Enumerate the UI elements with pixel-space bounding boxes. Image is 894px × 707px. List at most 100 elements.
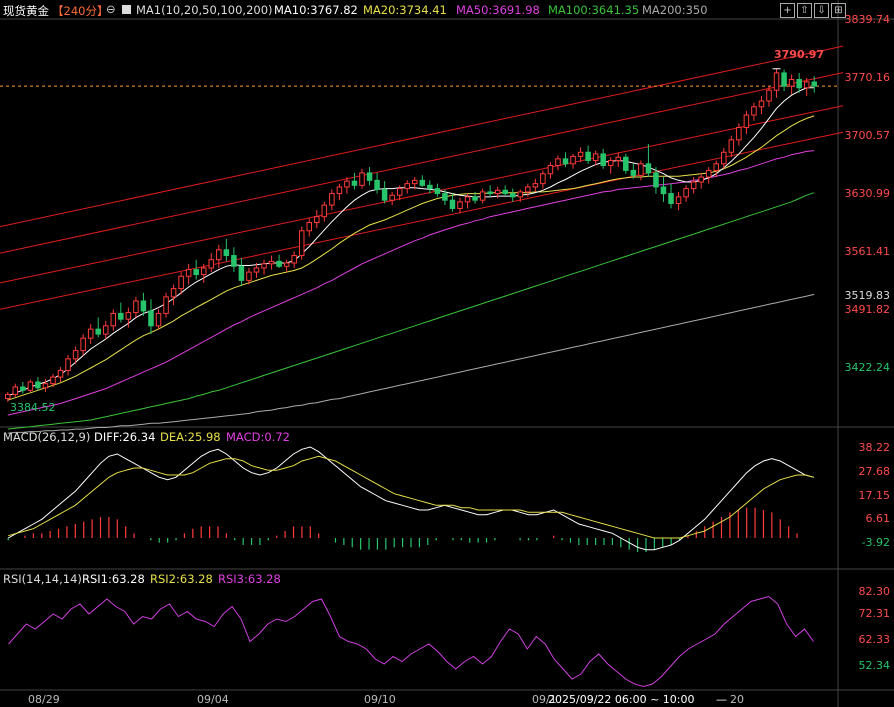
candle-body: [675, 196, 682, 204]
candle-body: [12, 386, 19, 395]
candle-body: [540, 173, 546, 185]
macd-tick: -3.92: [861, 536, 890, 549]
macd-params-label[interactable]: MACD(26,12,9): [3, 430, 90, 444]
candle-body: [359, 172, 365, 186]
candle-body: [155, 312, 162, 327]
candle-body: [329, 193, 335, 206]
candle-body: [291, 255, 297, 264]
date-tick: 08/29: [28, 693, 60, 706]
candle-body: [306, 222, 313, 232]
candle-body: [389, 194, 395, 201]
candle-body: [253, 267, 260, 273]
rsi-tick: 62.33: [858, 633, 891, 646]
rsi3-value: RSI3:63.28: [218, 572, 281, 586]
period-label[interactable]: 【240分】: [52, 3, 108, 19]
macd-tick: 6.61: [865, 512, 891, 525]
candle-body: [95, 328, 101, 335]
ma100-value: MA100:3641.35: [548, 3, 640, 17]
candle-body: [547, 164, 554, 175]
candle-body: [283, 262, 290, 267]
candle-body: [758, 100, 765, 108]
price-tick: 3561.41: [844, 245, 891, 258]
candle-body: [592, 153, 599, 162]
candle-body: [351, 180, 358, 186]
ma-params-label[interactable]: MA1(10,20,50,100,200): [136, 3, 273, 17]
price-tick: 3422.24: [844, 361, 891, 374]
rsi-tick: 52.34: [858, 659, 891, 672]
candle-body: [570, 155, 576, 165]
candle-body: [721, 151, 727, 165]
candle-body: [268, 260, 275, 265]
candle-body: [796, 79, 802, 89]
scroll-up-button[interactable]: ⇧: [797, 3, 812, 18]
rsi1-value: RSI1:63.28: [82, 572, 145, 586]
candle-body: [736, 126, 742, 141]
candle-body: [223, 249, 230, 257]
candle-body: [72, 350, 79, 360]
candle-body: [766, 89, 772, 102]
candle-body: [645, 163, 652, 174]
rsi-params-label[interactable]: RSI(14,14,14): [3, 572, 82, 586]
candle-body: [457, 201, 463, 209]
candle-body: [140, 300, 147, 312]
ma10-value: MA10:3767.82: [274, 3, 358, 17]
candle-body: [170, 288, 177, 298]
candle-body: [57, 369, 64, 378]
candle-body: [276, 260, 282, 267]
candle-body: [472, 196, 478, 201]
candle-body: [517, 191, 524, 198]
trend-line: [0, 131, 844, 310]
ma20-value: MA20:3734.41: [363, 3, 447, 17]
candle-body: [412, 179, 418, 185]
candle-body: [434, 188, 441, 195]
price-tick: 3630.99: [844, 187, 891, 200]
ma20-line: [7, 115, 815, 401]
crosshair-button[interactable]: +: [780, 3, 795, 18]
candle-body: [705, 169, 712, 178]
candle-body: [442, 193, 448, 201]
candle-body: [660, 186, 667, 195]
candle-body: [5, 393, 11, 400]
candle-body: [728, 139, 735, 153]
candle-body: [178, 275, 184, 290]
candle-body: [231, 255, 237, 267]
date-tick: 20: [730, 693, 744, 706]
candle-body: [683, 188, 689, 198]
macd-dea-value: DEA:25.98: [160, 430, 221, 444]
candle-body: [193, 269, 199, 276]
candle-body: [585, 151, 591, 162]
candle-body: [102, 325, 109, 335]
candle-body: [298, 230, 305, 257]
price-tick: 3519.83: [844, 289, 891, 302]
candle-body: [630, 169, 637, 176]
candle-body: [80, 337, 86, 352]
macd-tick: 17.15: [858, 489, 891, 502]
candle-body: [20, 386, 26, 391]
price-tick: 3491.82: [844, 303, 891, 316]
rsi2-value: RSI2:63.28: [150, 572, 213, 586]
symbol-title: 现货黄金: [3, 4, 49, 18]
candle-body: [208, 259, 215, 269]
scroll-down-button[interactable]: ⇩: [814, 3, 829, 18]
ma200-value: MA200:350: [642, 3, 708, 17]
trend-line: [0, 45, 844, 228]
candle-body: [42, 383, 49, 389]
candle-body: [781, 72, 787, 87]
candle-body: [374, 179, 380, 190]
settings-icon[interactable]: ⊖: [106, 2, 116, 16]
trend-line: [0, 105, 844, 284]
candle-body: [487, 191, 493, 195]
candle-body: [555, 158, 561, 166]
chart-canvas[interactable]: [0, 0, 894, 707]
candle-body: [336, 186, 343, 195]
candle-body: [366, 172, 373, 181]
candle-body: [698, 176, 704, 183]
candle-body: [743, 114, 750, 128]
candle-body: [607, 160, 614, 166]
candle-body: [419, 179, 426, 186]
candle-body: [321, 204, 328, 218]
candle-body: [185, 269, 192, 277]
candle-body: [110, 312, 117, 327]
rsi-line: [8, 595, 814, 688]
rsi-tick: 82.30: [858, 585, 891, 598]
